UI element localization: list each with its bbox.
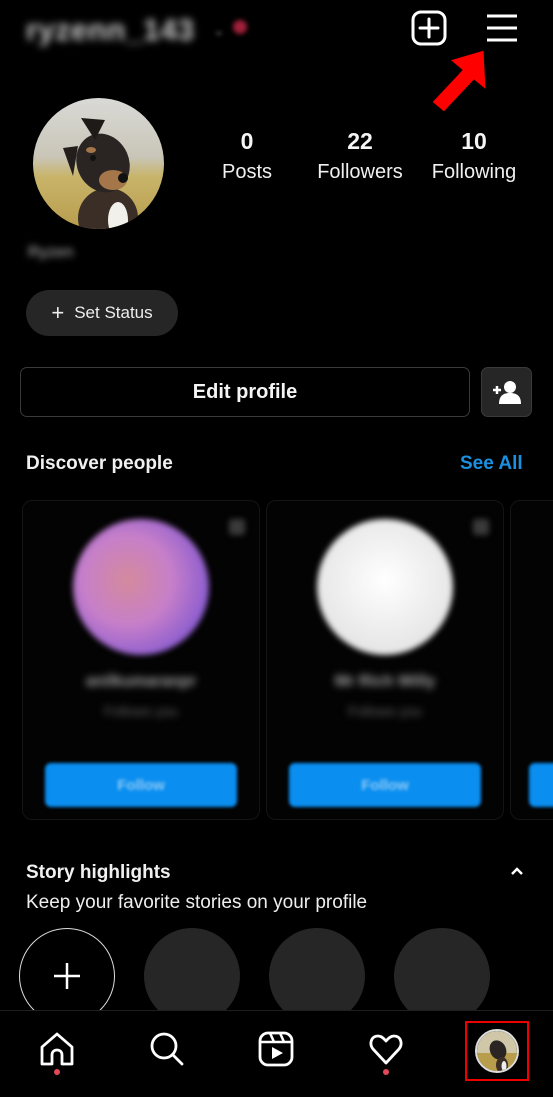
see-all-link[interactable]: See All [460,453,523,475]
followers-label: Followers [317,161,403,183]
follow-button[interactable]: Follow [45,763,237,807]
discover-people-button[interactable] [481,367,532,417]
red-arrow-icon [431,49,487,113]
new-post-button[interactable] [411,10,447,46]
discover-people-title: Discover people [26,453,173,474]
account-switcher-chevron-icon[interactable]: ⌄ [213,22,225,39]
following-label: Following [431,161,517,183]
home-notification-dot [54,1069,60,1075]
add-person-icon [492,381,521,404]
notification-dot [233,20,247,34]
nav-profile[interactable] [465,1021,529,1081]
activity-notification-dot [383,1069,389,1075]
suggestion-card: anilkumaranpr Follows you Follow [22,500,260,820]
follow-button-partial[interactable] [529,763,553,807]
suggestion-card: Mr Rich Willy Follows you Follow [266,500,504,820]
search-icon [150,1032,184,1066]
following-stat[interactable]: 10 Following [419,128,529,184]
story-highlights-title: Story highlights [26,862,171,883]
posts-label: Posts [221,161,273,183]
suggestion-avatar[interactable] [317,519,453,655]
annotation-arrow [428,48,490,114]
profile-avatar-thumbnail [475,1029,519,1073]
nav-search[interactable] [147,1029,187,1069]
posts-stat[interactable]: 0 Posts [192,128,302,184]
bottom-navigation [0,1010,553,1097]
plus-icon: + [51,300,65,325]
story-highlights-subtitle: Keep your favorite stories on your profi… [26,892,368,913]
set-status-label: Set Status [74,303,153,322]
dog-avatar-image [33,98,164,229]
suggestion-subtitle: Follows you [348,703,422,719]
reels-icon [258,1031,294,1067]
suggestion-name[interactable]: Mr Rich Willy [267,673,503,691]
menu-icon [487,14,517,42]
dismiss-close-icon[interactable] [229,519,245,535]
suggestion-avatar[interactable] [73,519,209,655]
followers-stat[interactable]: 22 Followers [305,128,415,184]
suggestion-card-partial [510,500,553,820]
nav-activity[interactable] [366,1029,406,1069]
new-post-icon [411,10,447,46]
set-status-button[interactable]: + Set Status [26,290,178,336]
heart-icon [369,1034,403,1065]
suggestion-name[interactable]: anilkumaranpr [23,673,259,691]
menu-button[interactable] [485,12,519,44]
profile-avatar[interactable] [33,98,164,229]
following-count: 10 [461,128,487,154]
home-icon [40,1032,74,1066]
profile-username[interactable]: ryzenn_143 [26,14,194,48]
edit-profile-button[interactable]: Edit profile [20,367,470,417]
nav-home[interactable] [37,1029,77,1069]
collapse-highlights-button[interactable] [508,864,526,878]
profile-full-name: Ryzen [28,244,74,261]
posts-count: 0 [240,128,254,154]
nav-reels[interactable] [256,1029,296,1069]
dismiss-close-icon[interactable] [473,519,489,535]
chevron-up-icon [511,867,523,875]
plus-icon [54,963,80,989]
followers-count: 22 [347,128,373,154]
dog-avatar-image [477,1031,517,1071]
suggestion-subtitle: Follows you [104,703,178,719]
follow-button[interactable]: Follow [289,763,481,807]
